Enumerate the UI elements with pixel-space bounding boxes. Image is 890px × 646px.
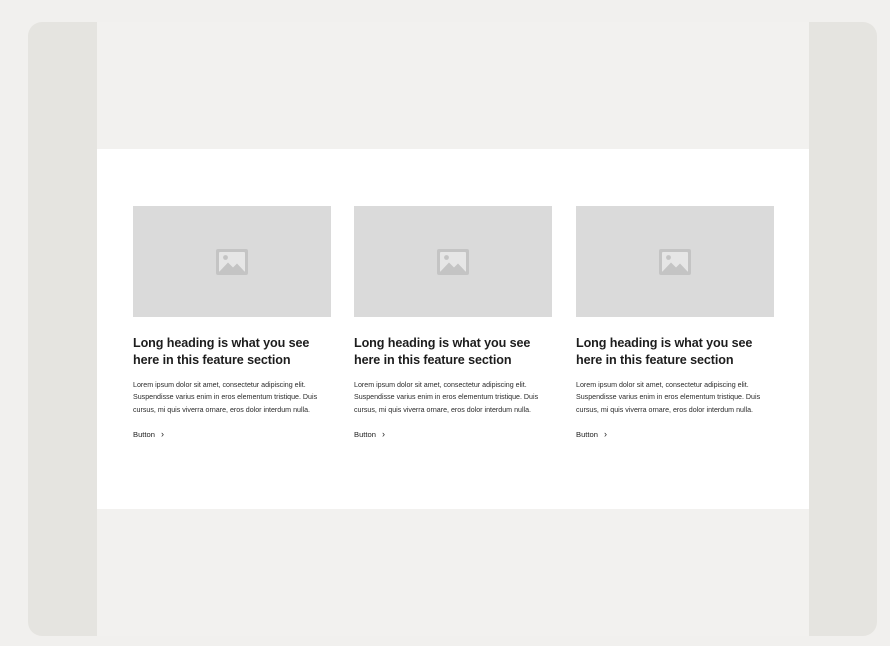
feature-card: Long heading is what you see here in thi… bbox=[133, 206, 331, 442]
preview-frame: Long heading is what you see here in thi… bbox=[28, 22, 877, 636]
chevron-right-icon: › bbox=[381, 428, 385, 439]
card-image-placeholder bbox=[133, 206, 331, 317]
card-heading: Long heading is what you see here in thi… bbox=[133, 336, 310, 367]
card-image-placeholder bbox=[576, 206, 774, 317]
card-button[interactable]: Button › bbox=[133, 428, 164, 439]
card-button-label: Button bbox=[133, 429, 155, 439]
page-canvas: Long heading is what you see here in thi… bbox=[97, 22, 809, 636]
card-button-label: Button bbox=[576, 429, 598, 439]
card-heading: Long heading is what you see here in thi… bbox=[576, 336, 753, 367]
card-image-placeholder bbox=[354, 206, 552, 317]
feature-section: Long heading is what you see here in thi… bbox=[97, 149, 809, 509]
image-placeholder-icon bbox=[659, 248, 691, 275]
image-placeholder-icon bbox=[216, 248, 248, 275]
image-placeholder-icon bbox=[437, 248, 469, 275]
card-button[interactable]: Button › bbox=[576, 428, 607, 439]
feature-card: Long heading is what you see here in thi… bbox=[576, 206, 774, 442]
chevron-right-icon: › bbox=[603, 428, 607, 439]
feature-card: Long heading is what you see here in thi… bbox=[354, 206, 552, 442]
chevron-right-icon: › bbox=[160, 428, 164, 439]
card-button[interactable]: Button › bbox=[354, 428, 385, 439]
card-body-text: Lorem ipsum dolor sit amet, consectetur … bbox=[354, 381, 539, 414]
card-heading: Long heading is what you see here in thi… bbox=[354, 336, 531, 367]
card-body-text: Lorem ipsum dolor sit amet, consectetur … bbox=[133, 381, 318, 414]
card-button-label: Button bbox=[354, 429, 376, 439]
card-body-text: Lorem ipsum dolor sit amet, consectetur … bbox=[576, 381, 761, 414]
